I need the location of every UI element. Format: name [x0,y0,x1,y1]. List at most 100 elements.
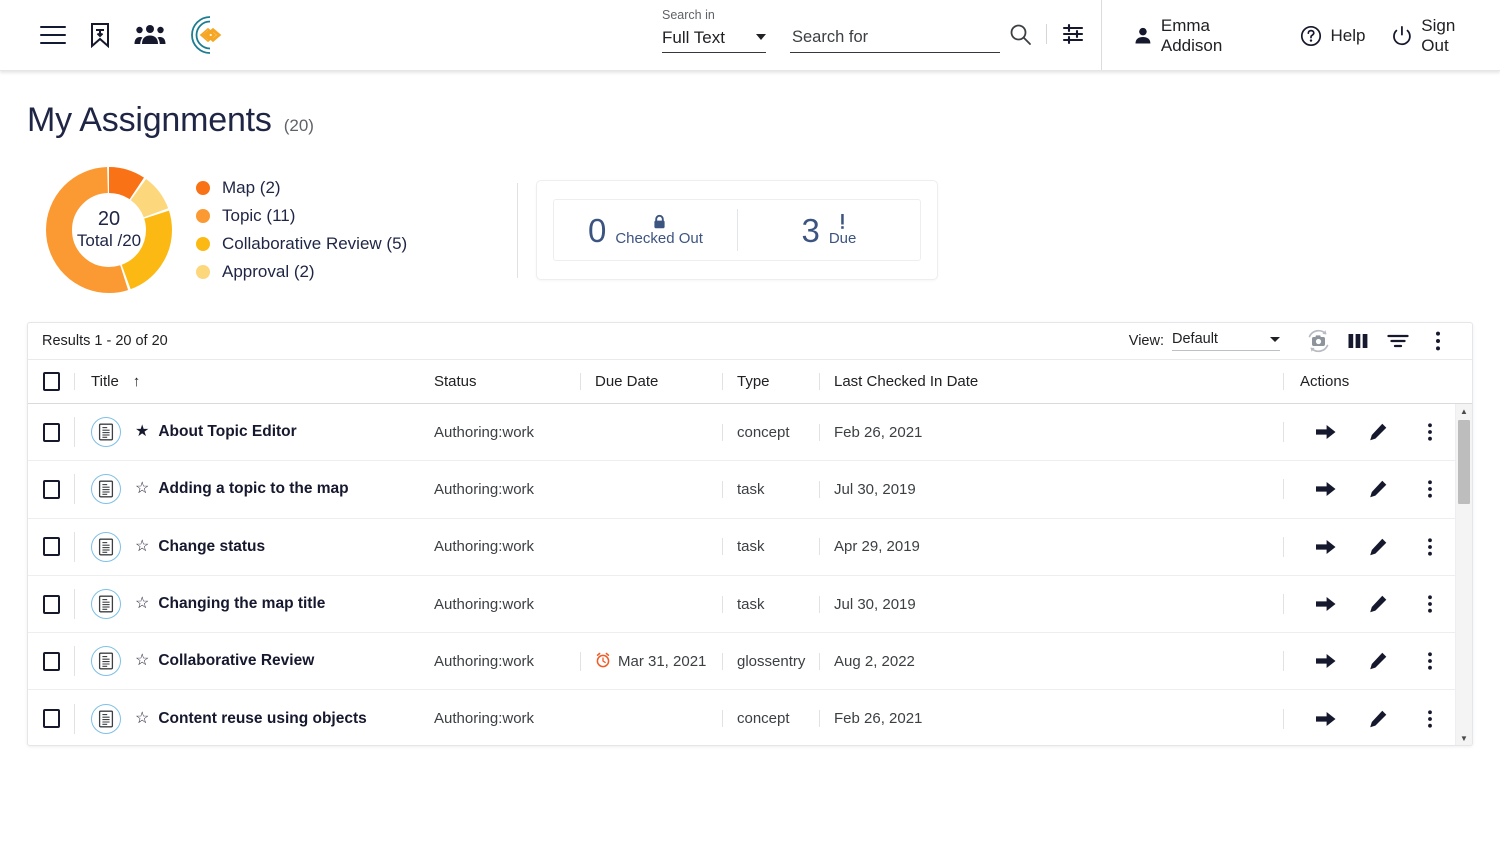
table-row[interactable]: ★ About Topic Editor Authoring:work conc… [28,404,1472,462]
pencil-edit-icon[interactable] [1352,651,1404,671]
pencil-edit-icon[interactable] [1352,709,1404,729]
arrow-right-icon[interactable] [1300,652,1352,670]
arrow-up-icon[interactable]: ↑ [133,373,141,390]
search-input[interactable] [790,27,1000,48]
column-header-type[interactable]: Type [722,373,819,390]
column-header-due-date[interactable]: Due Date [580,373,722,390]
row-title-link[interactable]: Collaborative Review [158,652,314,670]
column-header-title[interactable]: Title ↑ [74,373,420,390]
table-row[interactable]: ☆ Adding a topic to the map Authoring:wo… [28,461,1472,519]
row-actions [1283,594,1472,615]
columns-glyph [1348,334,1368,348]
sign-out-button[interactable]: Sign Out [1378,16,1500,56]
checked-out-right: Checked Out [615,213,703,248]
column-header-last-checked-in[interactable]: Last Checked In Date [819,373,1009,390]
view-select[interactable]: Default [1172,331,1280,351]
pencil-edit-icon[interactable] [1352,422,1404,442]
hamburger-menu-icon[interactable] [40,26,66,44]
star-outline-icon[interactable]: ☆ [135,710,149,727]
row-title-link[interactable]: About Topic Editor [158,423,296,441]
pencil-edit-icon[interactable] [1352,537,1404,557]
row-title-link[interactable]: Content reuse using objects [158,710,366,728]
table-row[interactable]: ☆ Content reuse using objects Authoring:… [28,690,1472,745]
scrollbar-thumb[interactable] [1458,420,1470,504]
star-outline-icon[interactable]: ☆ [135,481,149,497]
row-checkbox[interactable] [42,709,60,729]
columns-icon[interactable] [1338,331,1378,351]
star-filled-icon[interactable]: ★ [135,424,149,440]
row-status: Authoring:work [434,595,535,613]
arrow-right-icon[interactable] [1300,480,1352,498]
pencil-glyph [1370,481,1387,498]
row-checkbox[interactable] [42,537,60,557]
stat-due[interactable]: 3 Due [738,213,921,248]
column-header-title-label: Title [91,373,119,390]
row-type: concept [722,423,819,441]
row-more-menu-icon[interactable] [1404,709,1456,729]
table-toolbar: Results 1 - 20 of 20 View: Default [28,323,1472,360]
select-all-checkbox[interactable] [42,372,60,391]
column-header-actions: Actions [1283,373,1472,390]
table-more-menu-icon[interactable] [1418,330,1458,352]
search-in-group: Search in Full Text [662,8,766,53]
column-header-actions-label: Actions [1300,373,1350,390]
row-action-icons [1300,651,1456,671]
help-button[interactable]: Help [1287,25,1378,47]
star-outline-icon[interactable]: ☆ [135,653,149,669]
arrow-right-icon[interactable] [1300,595,1352,613]
row-more-menu-icon[interactable] [1404,594,1456,614]
stat-checked-out[interactable]: 0 Checked Out [554,213,737,248]
pencil-edit-icon[interactable] [1352,594,1404,614]
row-more-menu-icon[interactable] [1404,479,1456,499]
row-title-link[interactable]: Adding a topic to the map [158,480,348,498]
column-header-status[interactable]: Status [420,373,580,390]
pencil-edit-icon[interactable] [1352,479,1404,499]
arrow-right-icon[interactable] [1300,423,1352,441]
row-title-link[interactable]: Changing the map title [158,595,325,613]
document-icon[interactable] [91,703,121,734]
row-more-menu-icon[interactable] [1404,422,1456,442]
legend-item-collaborative-review[interactable]: Collaborative Review (5) [196,234,407,254]
row-status: Authoring:work [434,538,535,556]
filter-icon[interactable] [1378,331,1418,351]
row-title-link[interactable]: Change status [158,538,265,556]
bookmark-icon[interactable] [88,22,112,48]
arrow-right-icon[interactable] [1300,710,1352,728]
legend-item-map[interactable]: Map (2) [196,178,407,198]
column-header-due-date-label: Due Date [595,373,659,390]
table-vertical-scrollbar[interactable]: ▲ ▼ [1455,404,1472,745]
arrow-right-icon[interactable] [1300,538,1352,556]
star-outline-icon[interactable]: ☆ [135,596,149,612]
row-more-menu-icon[interactable] [1404,537,1456,557]
scroll-up-arrow-icon[interactable]: ▲ [1456,404,1472,418]
header-left-icons [0,13,232,57]
brand-logo-icon[interactable] [188,13,232,57]
search-settings-icon[interactable] [1061,22,1085,46]
people-group-icon[interactable] [134,23,166,47]
document-icon[interactable] [91,474,121,505]
star-outline-icon[interactable]: ☆ [135,538,149,555]
legend-item-approval[interactable]: Approval (2) [196,262,407,282]
search-in-select[interactable]: Full Text [662,28,766,53]
table-row[interactable]: ☆ Change status Authoring:work task Apr … [28,519,1472,576]
assignments-donut-chart[interactable]: 20 Total /20 [44,165,174,295]
document-icon[interactable] [91,589,121,620]
table-row[interactable]: ☆ Collaborative Review Authoring:work Ma… [28,633,1472,691]
snapshot-refresh-icon[interactable] [1298,328,1338,354]
row-checkbox[interactable] [42,422,60,442]
row-action-icons [1300,537,1456,557]
row-more-menu-icon[interactable] [1404,651,1456,671]
search-icon[interactable] [1008,22,1032,46]
view-value: Default [1172,331,1218,347]
row-checkbox[interactable] [42,594,60,614]
row-checkbox[interactable] [42,651,60,671]
document-icon[interactable] [91,417,121,448]
row-checkbox[interactable] [42,479,60,499]
document-icon[interactable] [91,531,121,562]
table-row[interactable]: ☆ Changing the map title Authoring:work … [28,576,1472,634]
more-vertical-glyph [1428,710,1432,728]
scroll-down-arrow-icon[interactable]: ▼ [1456,731,1472,745]
legend-item-topic[interactable]: Topic (11) [196,206,407,226]
user-account-button[interactable]: Emma Addison [1120,16,1287,56]
document-icon[interactable] [91,646,121,677]
